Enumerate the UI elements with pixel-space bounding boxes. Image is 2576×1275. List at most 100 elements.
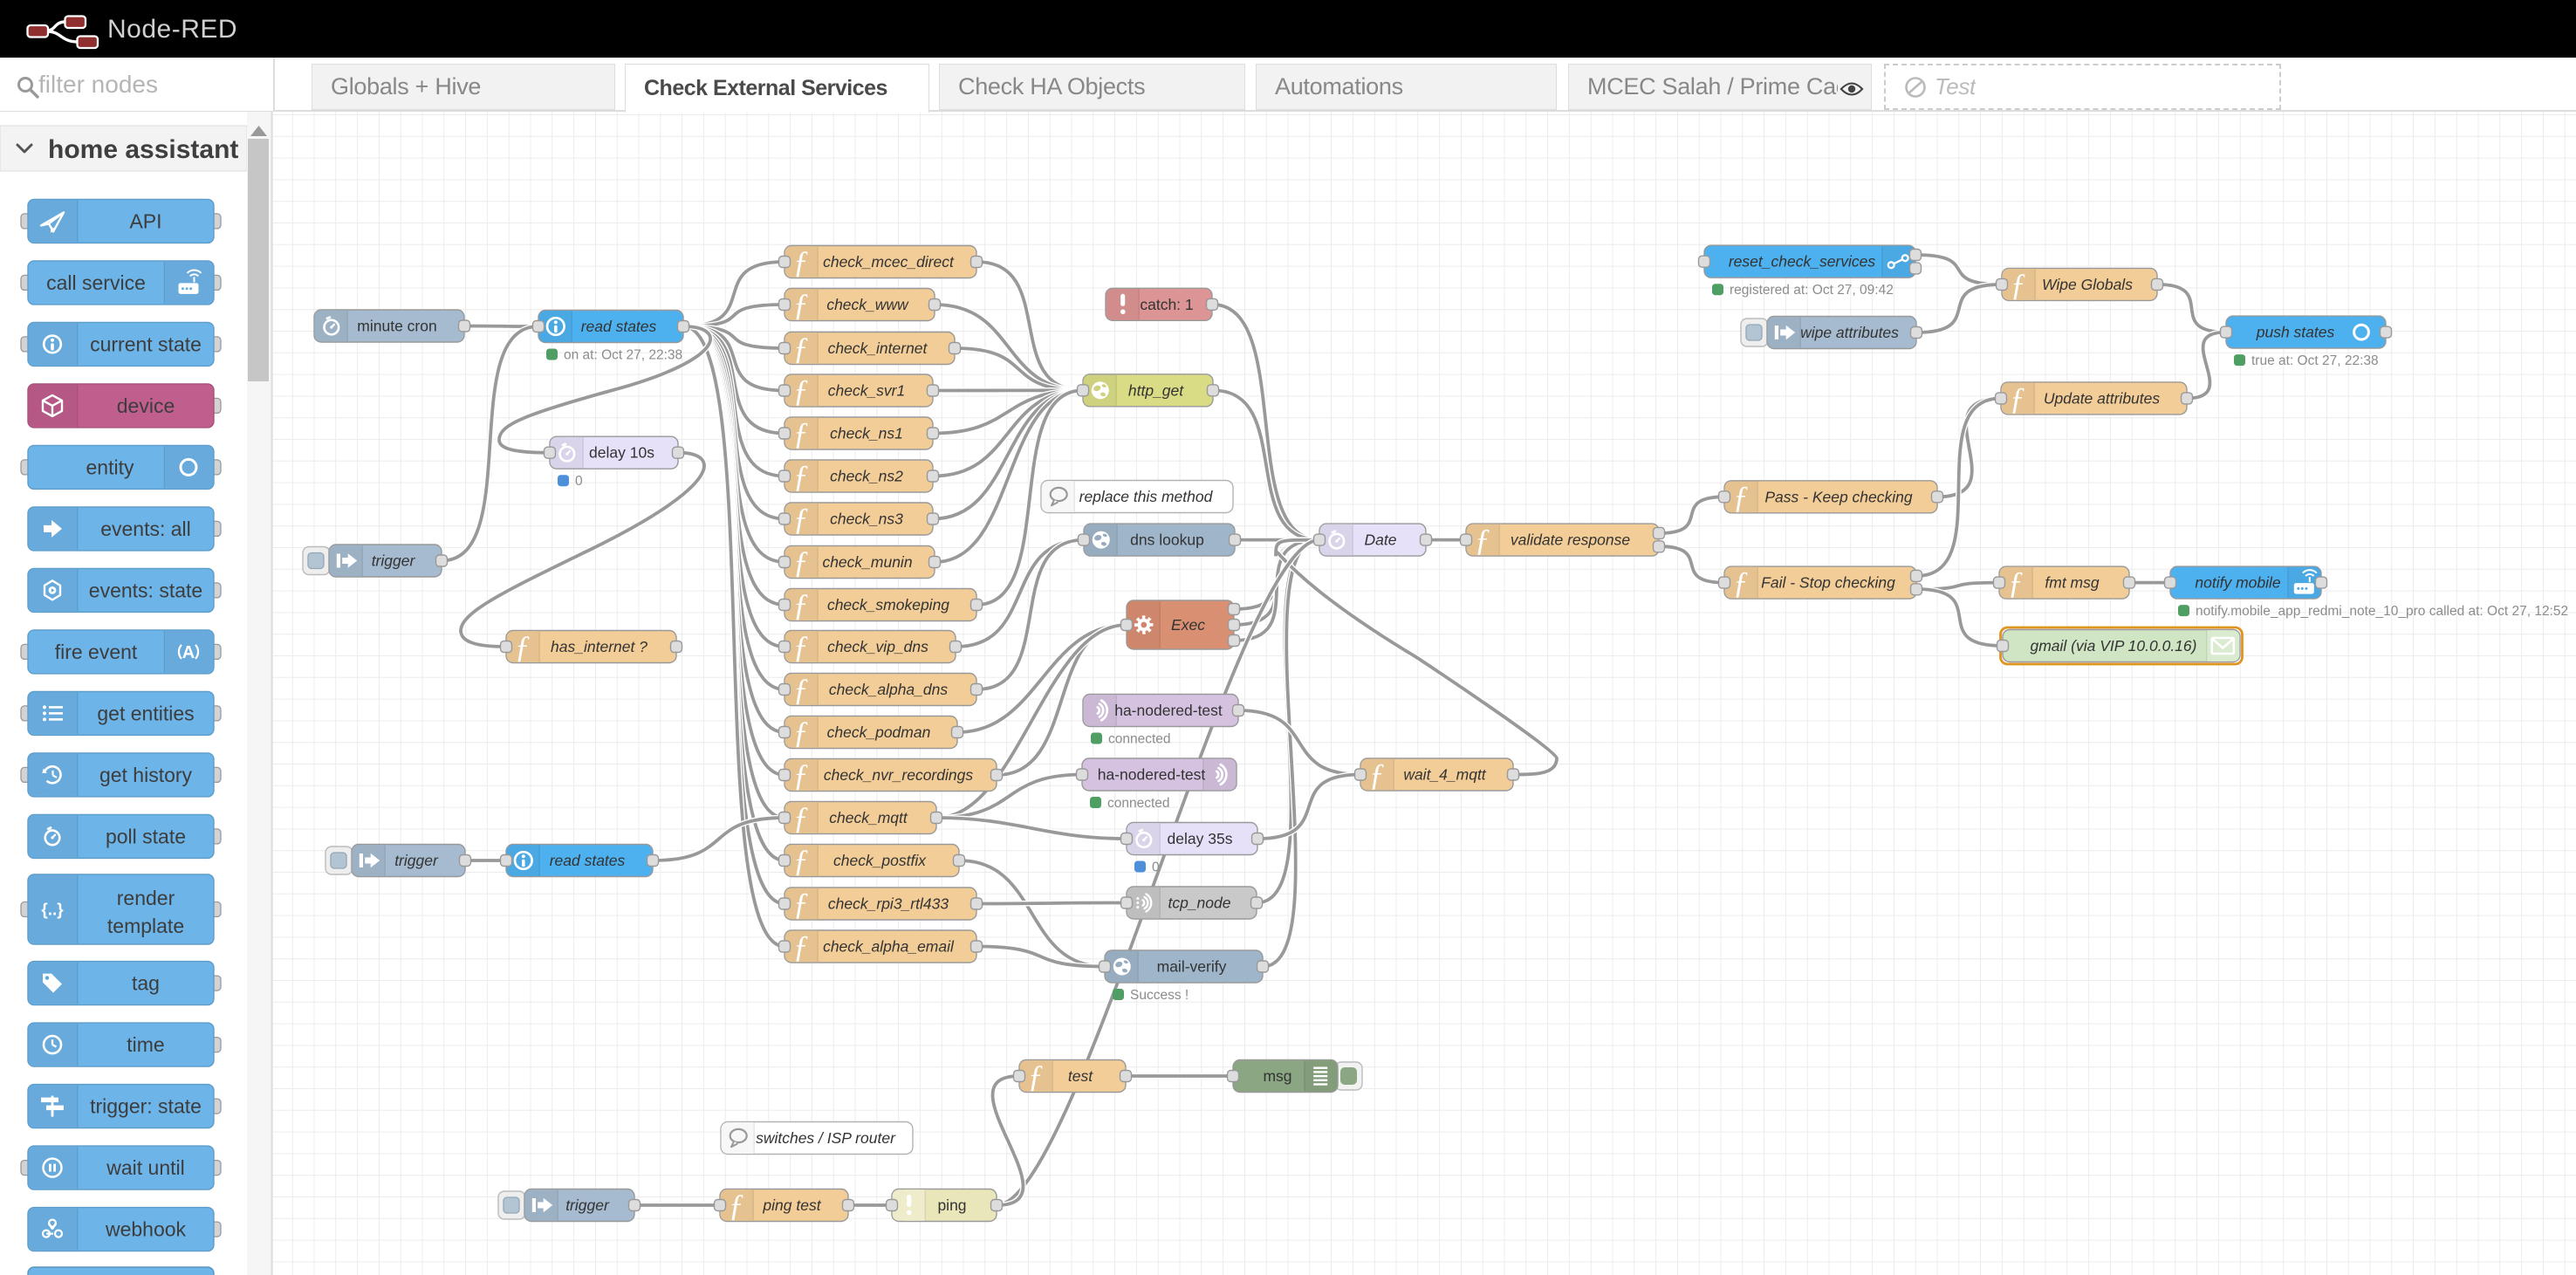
svg-text:ha-nodered-test: ha-nodered-test bbox=[1098, 766, 1206, 784]
svg-text:Fail - Stop checking: Fail - Stop checking bbox=[1761, 574, 1895, 592]
svg-text:check_internet: check_internet bbox=[828, 339, 928, 357]
svg-text:trigger: state: trigger: state bbox=[90, 1095, 202, 1118]
svg-text:template: template bbox=[107, 915, 184, 937]
svg-text:trigger: trigger bbox=[565, 1196, 610, 1214]
svg-text:current state: current state bbox=[90, 332, 202, 355]
svg-text:ping: ping bbox=[937, 1196, 966, 1214]
svg-text:wait_4_mqtt: wait_4_mqtt bbox=[1403, 766, 1486, 784]
svg-text:notify mobile: notify mobile bbox=[2195, 574, 2281, 592]
svg-text:check_munin: check_munin bbox=[822, 553, 912, 571]
svg-text:read states: read states bbox=[550, 852, 626, 869]
svg-text:gmail (via VIP 10.0.0.16): gmail (via VIP 10.0.0.16) bbox=[2031, 637, 2197, 655]
svg-text:wait until: wait until bbox=[106, 1156, 184, 1179]
svg-text:check_alpha_email: check_alpha_email bbox=[823, 938, 955, 956]
svg-text:reset_check_services: reset_check_services bbox=[1729, 253, 1876, 271]
svg-text:connected: connected bbox=[1107, 796, 1170, 811]
svg-text:{..}: {..} bbox=[41, 901, 64, 920]
svg-text:fire event: fire event bbox=[55, 641, 138, 663]
svg-text:check_postfix: check_postfix bbox=[833, 852, 927, 869]
svg-text:API: API bbox=[129, 209, 161, 232]
svg-text:ƒ: ƒ bbox=[2010, 380, 2025, 415]
svg-text:ƒ: ƒ bbox=[1733, 479, 1749, 514]
svg-text:poll state: poll state bbox=[106, 825, 186, 847]
svg-text:ping test: ping test bbox=[762, 1196, 821, 1214]
svg-text:ƒ: ƒ bbox=[793, 287, 809, 322]
svg-text:ƒ: ƒ bbox=[1028, 1059, 1044, 1093]
svg-text:0: 0 bbox=[575, 474, 583, 489]
svg-text:ƒ: ƒ bbox=[793, 757, 809, 792]
svg-text:ƒ: ƒ bbox=[793, 672, 809, 707]
svg-text:dns lookup: dns lookup bbox=[1130, 531, 1204, 549]
svg-text:trigger: trigger bbox=[372, 552, 416, 570]
svg-text:check_mcec_direct: check_mcec_direct bbox=[823, 253, 955, 271]
svg-text:ƒ: ƒ bbox=[793, 374, 809, 408]
svg-text:Wipe Globals: Wipe Globals bbox=[2042, 276, 2133, 293]
svg-text:connected: connected bbox=[1108, 732, 1171, 747]
svg-text:check_rpi3_rtl433: check_rpi3_rtl433 bbox=[828, 895, 949, 913]
svg-text:home assistant: home assistant bbox=[48, 135, 238, 164]
svg-text:check_ns3: check_ns3 bbox=[830, 511, 903, 528]
svg-text:ƒ: ƒ bbox=[793, 929, 809, 964]
svg-text:ƒ: ƒ bbox=[793, 459, 809, 494]
svg-text:render: render bbox=[117, 887, 175, 909]
svg-text:Exec: Exec bbox=[1171, 616, 1205, 634]
svg-text:call service: call service bbox=[46, 271, 146, 294]
svg-text:ƒ: ƒ bbox=[793, 587, 809, 622]
svg-text:check_vip_dns: check_vip_dns bbox=[827, 638, 928, 655]
svg-text:ƒ: ƒ bbox=[793, 545, 809, 579]
svg-text:get history: get history bbox=[99, 764, 193, 786]
svg-text:catch: 1: catch: 1 bbox=[1140, 296, 1193, 313]
svg-text:ƒ: ƒ bbox=[515, 629, 531, 664]
svg-text:ƒ: ƒ bbox=[793, 887, 809, 922]
svg-text:validate response: validate response bbox=[1511, 531, 1630, 549]
svg-text:ƒ: ƒ bbox=[2008, 566, 2024, 600]
svg-text:ƒ: ƒ bbox=[793, 502, 809, 537]
svg-text:Update attributes: Update attributes bbox=[2044, 389, 2161, 407]
svg-text:true at: Oct 27, 22:38: true at: Oct 27, 22:38 bbox=[2251, 353, 2379, 368]
svg-text:webhook: webhook bbox=[105, 1218, 187, 1241]
svg-text:check_svr1: check_svr1 bbox=[828, 382, 906, 400]
svg-text:ƒ: ƒ bbox=[1369, 757, 1385, 792]
svg-text:ƒ: ƒ bbox=[793, 331, 809, 366]
svg-text:check_alpha_dns: check_alpha_dns bbox=[829, 681, 948, 698]
svg-text:ƒ: ƒ bbox=[1733, 566, 1749, 600]
svg-text:on at: Oct 27, 22:38: on at: Oct 27, 22:38 bbox=[564, 348, 682, 363]
svg-text:wipe attributes: wipe attributes bbox=[1800, 324, 1899, 341]
svg-text:events: state: events: state bbox=[89, 579, 202, 601]
svg-text:push states: push states bbox=[2256, 324, 2335, 341]
svg-text:test: test bbox=[1068, 1067, 1093, 1085]
svg-text:ƒ: ƒ bbox=[793, 416, 809, 451]
svg-text:registered at: Oct 27, 09:42: registered at: Oct 27, 09:42 bbox=[1730, 283, 1894, 298]
svg-text:ƒ: ƒ bbox=[729, 1188, 744, 1223]
svg-text:msg: msg bbox=[1263, 1067, 1291, 1085]
svg-text:check_www: check_www bbox=[826, 296, 909, 313]
svg-text:check_smokeping: check_smokeping bbox=[827, 596, 949, 614]
svg-text:0: 0 bbox=[1152, 860, 1160, 875]
svg-text:http_get: http_get bbox=[1128, 381, 1184, 399]
svg-text:ƒ: ƒ bbox=[793, 800, 809, 835]
svg-text:Date: Date bbox=[1365, 531, 1397, 549]
svg-text:check_podman: check_podman bbox=[827, 723, 931, 741]
svg-text:entity: entity bbox=[86, 456, 134, 478]
svg-text:has_internet ?: has_internet ? bbox=[551, 638, 647, 655]
svg-text:check_nvr_recordings: check_nvr_recordings bbox=[824, 766, 973, 784]
svg-text:minute cron: minute cron bbox=[357, 318, 436, 335]
svg-text:events: all: events: all bbox=[100, 518, 191, 540]
svg-text:Success !: Success ! bbox=[1130, 988, 1189, 1003]
svg-text:check_mqtt: check_mqtt bbox=[829, 809, 908, 826]
svg-text:A: A bbox=[182, 643, 195, 662]
svg-text:ƒ: ƒ bbox=[2011, 267, 2026, 302]
svg-text:ƒ: ƒ bbox=[793, 843, 809, 878]
svg-text:switches / ISP router: switches / ISP router bbox=[756, 1129, 896, 1147]
svg-text:ƒ: ƒ bbox=[1475, 523, 1490, 558]
svg-text:time: time bbox=[127, 1033, 164, 1056]
svg-text:device: device bbox=[117, 394, 175, 417]
svg-text:ƒ: ƒ bbox=[793, 244, 809, 279]
svg-text:ƒ: ƒ bbox=[793, 715, 809, 750]
svg-text:tag: tag bbox=[132, 972, 160, 995]
svg-text:read states: read states bbox=[581, 318, 657, 335]
svg-text:notify.mobile_app_redmi_note_1: notify.mobile_app_redmi_note_10_pro call… bbox=[2196, 604, 2568, 619]
svg-text:check_ns1: check_ns1 bbox=[830, 425, 903, 442]
svg-text:tcp_node: tcp_node bbox=[1168, 895, 1230, 912]
svg-text:fmt msg: fmt msg bbox=[2045, 574, 2099, 592]
